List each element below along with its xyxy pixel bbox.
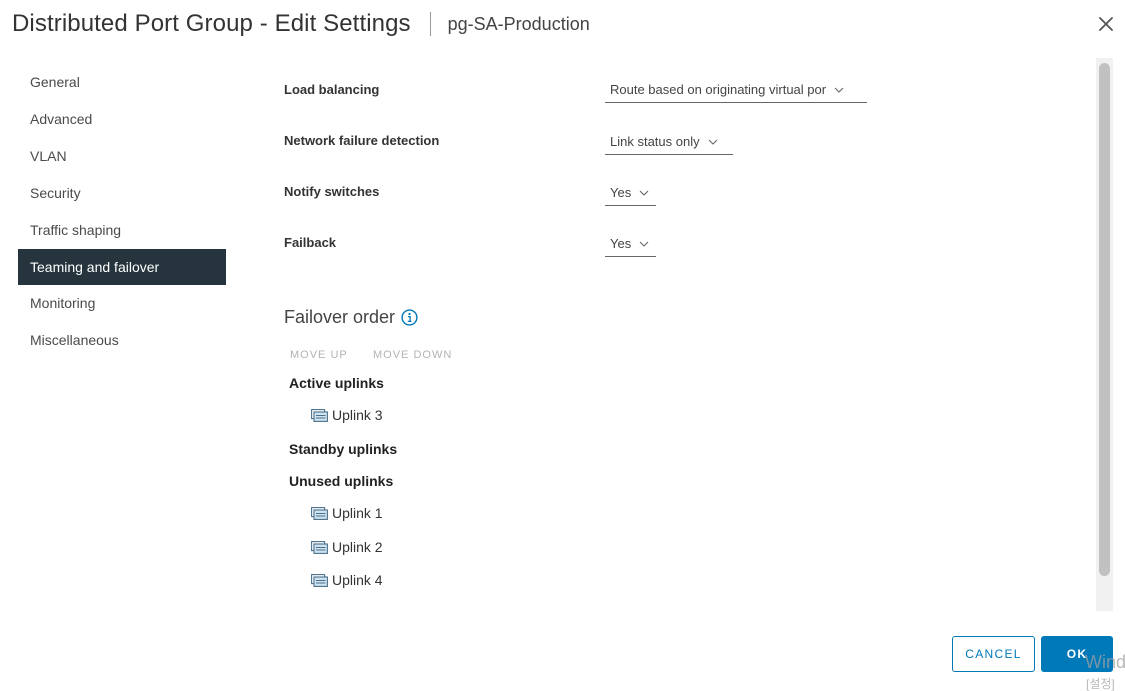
chevron-down-icon <box>639 190 649 196</box>
uplink-icon <box>311 506 328 520</box>
chevron-down-icon <box>639 241 649 247</box>
info-icon[interactable] <box>401 309 418 326</box>
nav-item-advanced[interactable]: Advanced <box>18 101 226 138</box>
nav-item-monitoring[interactable]: Monitoring <box>18 285 226 322</box>
notify-switches-select[interactable]: Yes <box>605 180 656 206</box>
chevron-down-icon <box>708 139 717 145</box>
load-balancing-value: Route based on originating virtual por <box>610 82 827 97</box>
title-divider <box>429 12 431 36</box>
failover-order-title: Failover order <box>284 307 396 327</box>
teaming-failover-panel: Load balancing Route based on originatin… <box>284 60 1084 610</box>
uplink-name: Uplink 1 <box>332 505 383 521</box>
settings-nav: General Advanced VLAN Security Traffic s… <box>18 64 226 359</box>
standby-uplinks-label: Standby uplinks <box>289 441 398 457</box>
unused-uplinks-label: Unused uplinks <box>289 473 394 489</box>
dialog-subtitle: pg-SA-Production <box>447 13 590 34</box>
notify-switches-label: Notify switches <box>284 184 380 199</box>
uplink-item[interactable]: Uplink 3 <box>311 407 383 423</box>
uplink-item[interactable]: Uplink 1 <box>311 505 383 521</box>
network-failure-detection-label: Network failure detection <box>284 133 440 148</box>
nav-item-traffic-shaping[interactable]: Traffic shaping <box>18 212 226 249</box>
nav-item-vlan[interactable]: VLAN <box>18 138 226 175</box>
nav-item-general[interactable]: General <box>18 64 226 101</box>
failback-value: Yes <box>610 236 632 251</box>
dialog-title: Distributed Port Group - Edit Settings <box>12 10 411 37</box>
nav-item-miscellaneous[interactable]: Miscellaneous <box>18 322 226 359</box>
network-failure-detection-value: Link status only <box>610 134 700 149</box>
uplink-icon <box>311 540 328 554</box>
move-up-button[interactable]: MOVE UP <box>290 349 348 361</box>
windows-watermark-sub: [설정] <box>1086 677 1115 691</box>
failover-order-heading: Failover order <box>284 307 418 328</box>
uplink-name: Uplink 4 <box>332 572 383 588</box>
uplink-name: Uplink 2 <box>332 539 383 555</box>
cancel-button[interactable]: CANCEL <box>952 636 1035 672</box>
active-uplinks-label: Active uplinks <box>289 375 384 391</box>
scrollbar-thumb[interactable] <box>1099 63 1110 576</box>
uplink-item[interactable]: Uplink 4 <box>311 572 383 588</box>
nav-item-security[interactable]: Security <box>18 175 226 212</box>
dialog-header: Distributed Port Group - Edit Settings p… <box>12 9 590 39</box>
chevron-down-icon <box>834 87 844 93</box>
load-balancing-label: Load balancing <box>284 82 380 97</box>
uplink-item[interactable]: Uplink 2 <box>311 539 383 555</box>
close-icon[interactable] <box>1096 14 1116 34</box>
load-balancing-select[interactable]: Route based on originating virtual por <box>605 77 867 103</box>
uplink-name: Uplink 3 <box>332 407 383 423</box>
nav-item-teaming-and-failover[interactable]: Teaming and failover <box>18 249 226 285</box>
uplink-icon <box>311 408 328 422</box>
notify-switches-value: Yes <box>610 185 632 200</box>
failback-label: Failback <box>284 235 337 250</box>
failback-select[interactable]: Yes <box>605 231 656 257</box>
network-failure-detection-select[interactable]: Link status only <box>605 129 733 155</box>
uplink-icon <box>311 573 328 587</box>
windows-watermark: Wind <box>1085 652 1125 672</box>
move-down-button[interactable]: MOVE DOWN <box>373 349 452 361</box>
